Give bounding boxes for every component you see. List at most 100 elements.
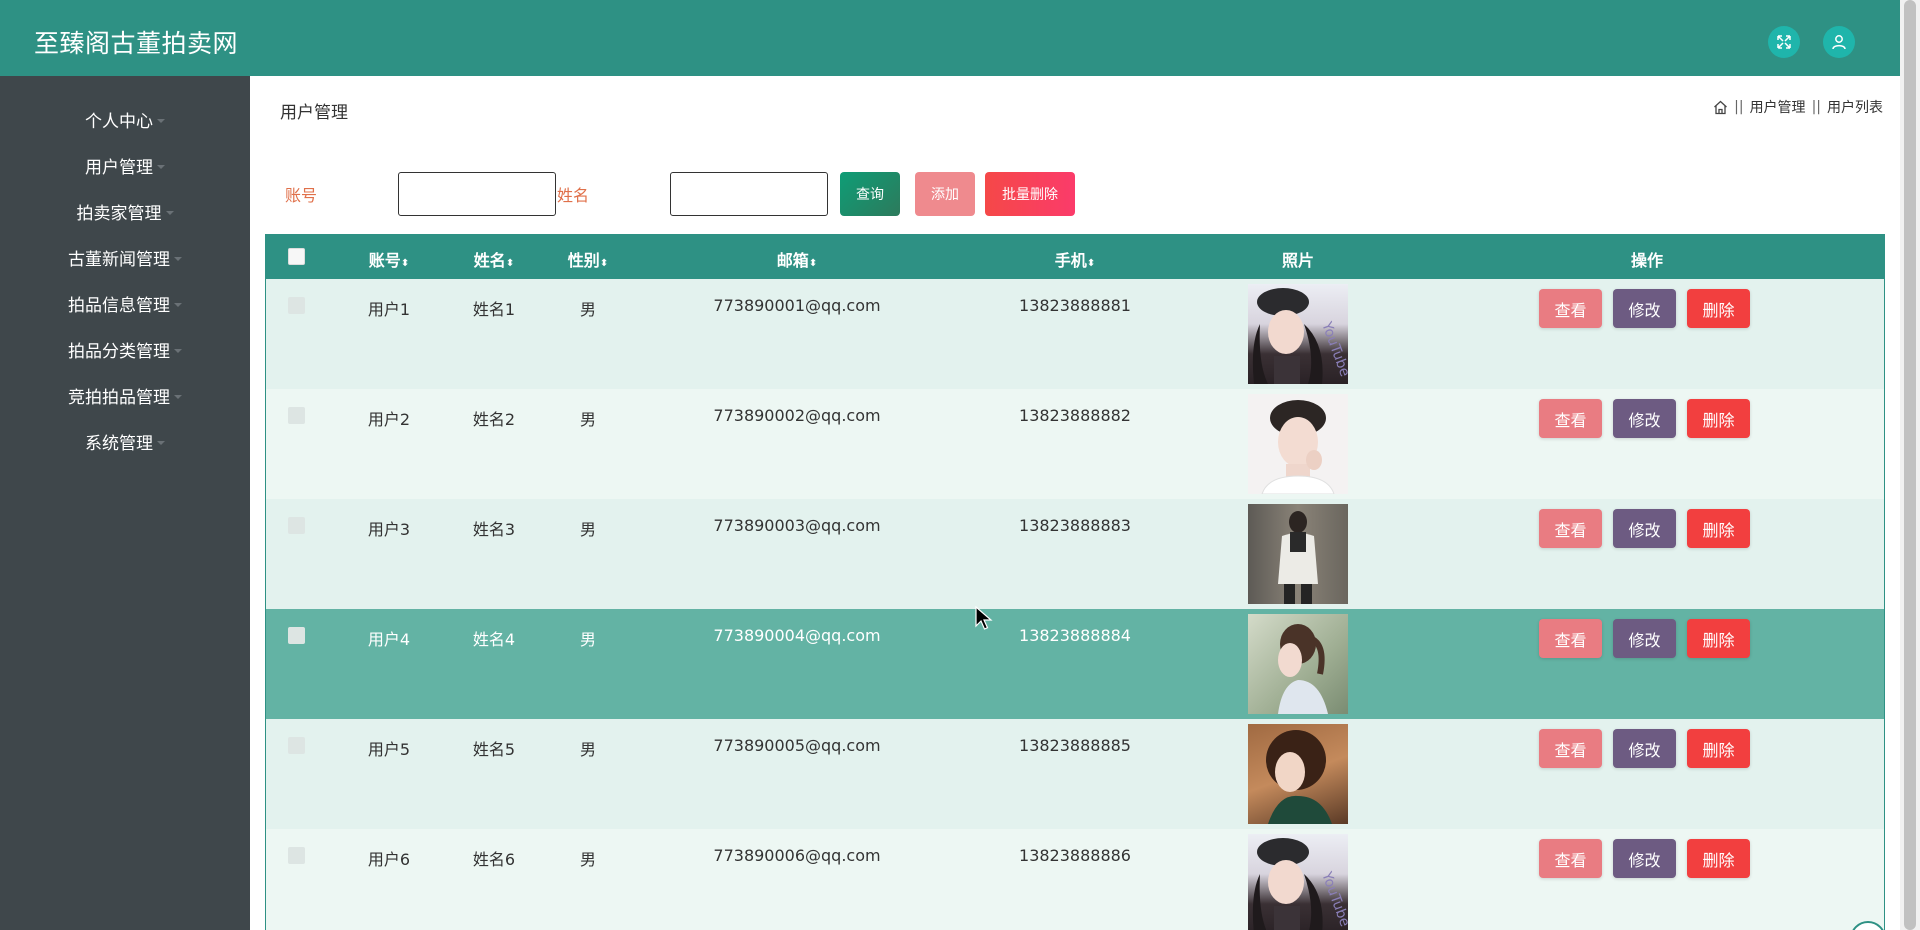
select-all-checkbox[interactable]: [288, 248, 305, 265]
cell-name: 姓名2: [472, 410, 516, 429]
cell-email: 773890006@qq.com: [713, 846, 881, 865]
table-row[interactable]: 用户4 姓名4 男 773890004@qq.com 13823888884 查…: [266, 609, 1884, 719]
table-row[interactable]: 用户5 姓名5 男 773890005@qq.com 13823888885 查…: [266, 719, 1884, 829]
user-photo: [1248, 394, 1348, 494]
name-label: 姓名: [557, 186, 590, 205]
edit-button[interactable]: 修改: [1613, 509, 1676, 548]
edit-button[interactable]: 修改: [1613, 619, 1676, 658]
sidebar-item-label: 竞拍拍品管理: [68, 387, 170, 408]
sidebar-item-system-management[interactable]: 系统管理: [0, 426, 250, 456]
sort-icon[interactable]: ⬍: [1087, 258, 1095, 269]
cell-account: 用户6: [367, 850, 411, 869]
edit-button[interactable]: 修改: [1613, 399, 1676, 438]
home-icon[interactable]: [1713, 100, 1728, 115]
view-button[interactable]: 查看: [1539, 729, 1602, 768]
sidebar-item-auctioneer-management[interactable]: 拍卖家管理: [0, 196, 250, 226]
view-button[interactable]: 查看: [1539, 509, 1602, 548]
sort-icon[interactable]: ⬍: [506, 258, 514, 269]
sidebar-item-antique-news[interactable]: 古董新闻管理: [0, 242, 250, 272]
table-row[interactable]: 用户1 姓名1 男 773890001@qq.com 13823888881 Y…: [266, 279, 1884, 389]
account-label: 账号: [285, 186, 318, 205]
cell-account: 用户1: [367, 300, 411, 319]
sort-icon[interactable]: ⬍: [401, 258, 409, 269]
app-title: 至臻阁古董拍卖网: [34, 29, 239, 58]
sort-icon[interactable]: ⬍: [600, 258, 608, 269]
cell-email: 773890001@qq.com: [713, 296, 881, 315]
cell-phone: 13823888886: [1019, 846, 1131, 865]
cell-gender: 男: [579, 630, 597, 649]
vertical-scrollbar[interactable]: [1900, 0, 1920, 930]
column-header-name[interactable]: 姓名⬍: [474, 247, 514, 271]
view-button[interactable]: 查看: [1539, 399, 1602, 438]
breadcrumb: || 用户管理 || 用户列表: [1713, 97, 1883, 117]
sidebar-item-label: 古董新闻管理: [68, 249, 170, 270]
user-photo: [1248, 504, 1348, 604]
top-header: 至臻阁古董拍卖网: [0, 0, 1900, 76]
edit-button[interactable]: 修改: [1613, 289, 1676, 328]
name-input[interactable]: [670, 172, 828, 216]
sort-icon[interactable]: ⬍: [809, 258, 817, 269]
cell-name: 姓名1: [472, 300, 516, 319]
cell-name: 姓名4: [472, 630, 516, 649]
cell-gender: 男: [579, 410, 597, 429]
view-button[interactable]: 查看: [1539, 619, 1602, 658]
caret-down-icon: [174, 302, 182, 307]
account-input[interactable]: [398, 172, 556, 216]
column-header-email[interactable]: 邮箱⬍: [777, 247, 817, 271]
delete-button[interactable]: 删除: [1687, 509, 1750, 548]
row-checkbox[interactable]: [288, 737, 305, 754]
sidebar-item-label: 拍卖家管理: [76, 203, 162, 224]
sidebar-item-lot-info[interactable]: 拍品信息管理: [0, 288, 250, 318]
breadcrumb-item[interactable]: 用户管理: [1750, 97, 1806, 117]
user-photo: YouTube: [1248, 834, 1348, 930]
row-checkbox[interactable]: [288, 847, 305, 864]
sidebar-item-user-management[interactable]: 用户管理: [0, 150, 250, 180]
cell-name: 姓名3: [472, 520, 516, 539]
edit-button[interactable]: 修改: [1613, 729, 1676, 768]
main-content: 用户管理 || 用户管理 || 用户列表 账号 姓名 查询 添加 批量删除 账号…: [250, 76, 1900, 930]
user-photo: [1248, 614, 1348, 714]
scrollbar-thumb[interactable]: [1904, 0, 1916, 930]
column-header-actions: 操作: [1630, 251, 1664, 270]
row-checkbox[interactable]: [288, 627, 305, 644]
caret-down-icon: [157, 440, 165, 445]
delete-button[interactable]: 删除: [1687, 619, 1750, 658]
sidebar-item-label: 系统管理: [85, 433, 153, 454]
caret-down-icon: [157, 118, 165, 123]
table-row[interactable]: 用户6 姓名6 男 773890006@qq.com 13823888886 Y…: [266, 829, 1884, 930]
sidebar-item-personal-center[interactable]: 个人中心: [0, 104, 250, 134]
delete-button[interactable]: 删除: [1687, 729, 1750, 768]
column-header-phone[interactable]: 手机⬍: [1055, 247, 1095, 271]
delete-button[interactable]: 删除: [1687, 289, 1750, 328]
sidebar: 个人中心 用户管理 拍卖家管理 古董新闻管理 拍品信息管理 拍品分类管理 竞拍拍…: [0, 76, 250, 930]
sidebar-item-lot-category[interactable]: 拍品分类管理: [0, 334, 250, 364]
cell-phone: 13823888885: [1019, 736, 1131, 755]
cell-gender: 男: [579, 520, 597, 539]
query-button[interactable]: 查询: [840, 172, 900, 216]
sidebar-item-bidding-lots[interactable]: 竞拍拍品管理: [0, 380, 250, 410]
user-button[interactable]: [1823, 26, 1855, 58]
table-row[interactable]: 用户3 姓名3 男 773890003@qq.com 13823888883 查…: [266, 499, 1884, 609]
add-button[interactable]: 添加: [915, 172, 975, 216]
table-row[interactable]: 用户2 姓名2 男 773890002@qq.com 13823888882 查…: [266, 389, 1884, 499]
caret-down-icon: [174, 394, 182, 399]
edit-button[interactable]: 修改: [1613, 839, 1676, 878]
row-checkbox[interactable]: [288, 517, 305, 534]
view-button[interactable]: 查看: [1539, 289, 1602, 328]
row-checkbox[interactable]: [288, 407, 305, 424]
cell-email: 773890005@qq.com: [713, 736, 881, 755]
delete-button[interactable]: 删除: [1687, 399, 1750, 438]
fullscreen-button[interactable]: [1768, 26, 1800, 58]
batch-delete-button[interactable]: 批量删除: [985, 172, 1075, 216]
row-checkbox[interactable]: [288, 297, 305, 314]
cell-phone: 13823888881: [1019, 296, 1131, 315]
column-header-gender[interactable]: 性别⬍: [568, 247, 608, 271]
table-header: 账号⬍ 姓名⬍ 性别⬍ 邮箱⬍ 手机⬍ 照片 操作: [266, 234, 1884, 279]
cell-account: 用户5: [367, 740, 411, 759]
delete-button[interactable]: 删除: [1687, 839, 1750, 878]
user-table: 账号⬍ 姓名⬍ 性别⬍ 邮箱⬍ 手机⬍ 照片 操作 用户1 姓名1 男 7738…: [265, 234, 1885, 930]
cell-email: 773890003@qq.com: [713, 516, 881, 535]
view-button[interactable]: 查看: [1539, 839, 1602, 878]
fullscreen-icon: [1777, 35, 1791, 49]
column-header-account[interactable]: 账号⬍: [369, 247, 409, 271]
